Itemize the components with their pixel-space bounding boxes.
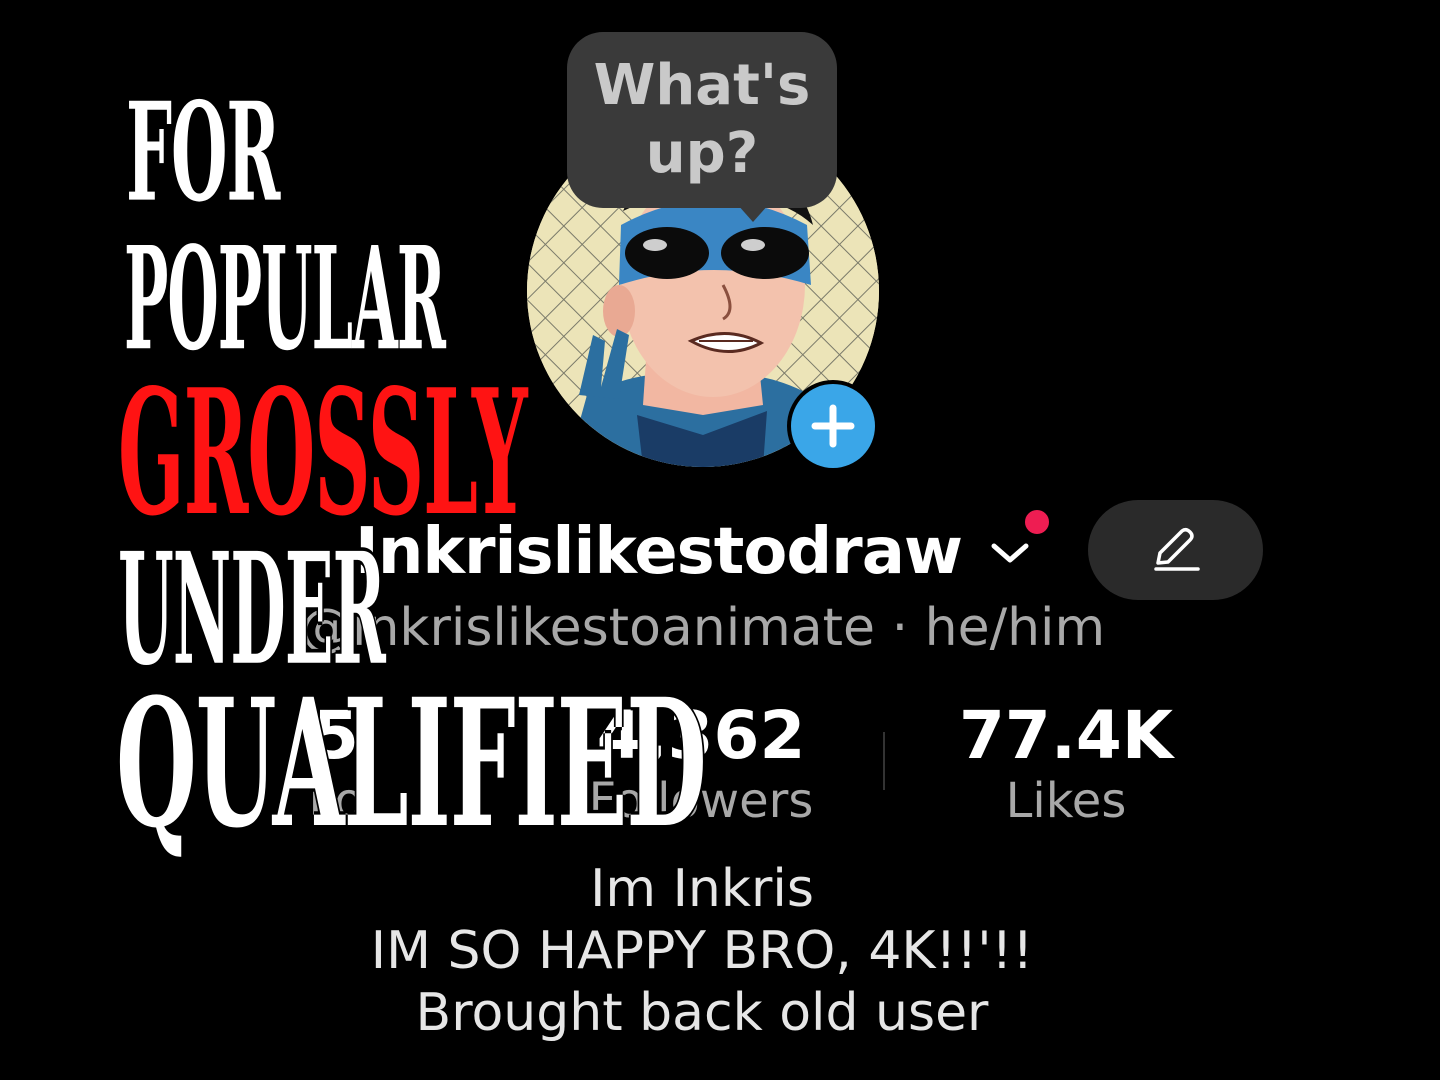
- bubble-line-2: up?: [645, 121, 759, 186]
- caption-line-5: QUALIFIED: [116, 660, 707, 867]
- chevron-down-icon[interactable]: [990, 540, 1030, 571]
- notification-dot: [1022, 507, 1052, 537]
- stat-likes[interactable]: 77.4K Likes: [952, 700, 1180, 830]
- bio-line-3: Brought back old user: [415, 983, 989, 1043]
- pencil-icon: [1153, 527, 1200, 571]
- caption-line-1: FOR: [126, 72, 280, 232]
- plus-icon: [791, 384, 875, 468]
- likes-count: 77.4K: [959, 697, 1173, 774]
- bio-line-2: IM SO HAPPY BRO, 4K!!'!!: [370, 921, 1034, 981]
- username-handle: @inkrislikestoanimate · he/him: [300, 598, 1106, 658]
- add-avatar-button[interactable]: [787, 380, 879, 472]
- bio-line-1: Im Inkris: [590, 859, 814, 919]
- bubble-line-1: What's: [593, 53, 811, 118]
- stat-divider: [883, 732, 885, 790]
- likes-label: Likes: [1005, 773, 1127, 829]
- profile-bio: Im Inkris IM SO HAPPY BRO, 4K!!'!! Broug…: [280, 858, 1124, 1044]
- bubble-tail: [737, 204, 769, 222]
- status-bubble[interactable]: What's up?: [567, 32, 837, 208]
- edit-profile-button[interactable]: [1088, 500, 1263, 600]
